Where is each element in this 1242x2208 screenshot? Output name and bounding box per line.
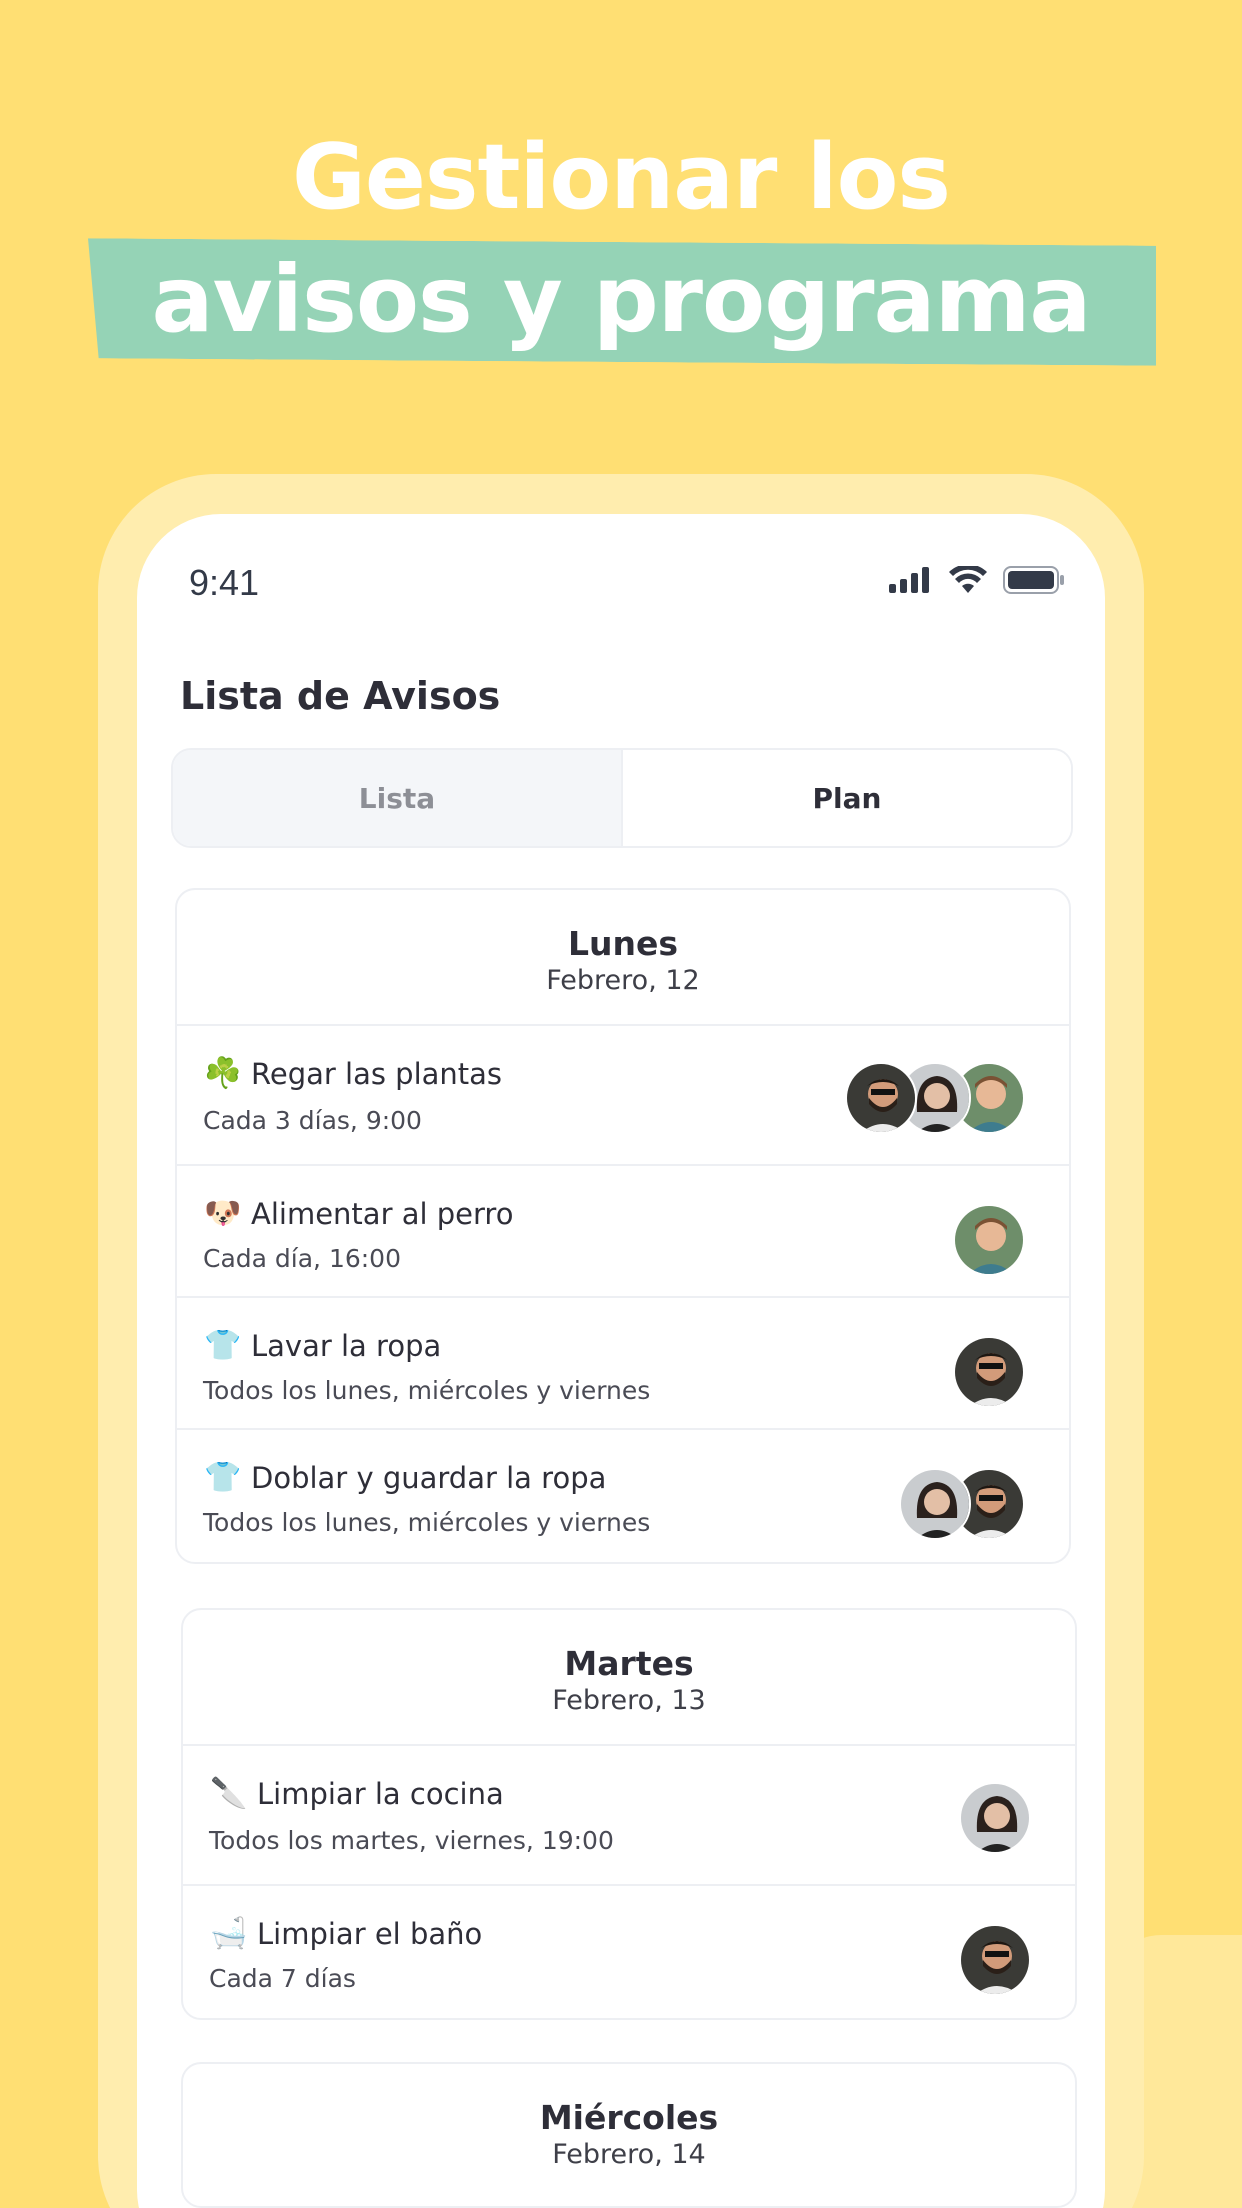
task-row[interactable]: 🔪 Limpiar la cocina Todos los martes, vi… <box>183 1746 1075 1886</box>
task-subtitle: Cada día, 16:00 <box>203 1244 401 1273</box>
task-subtitle: Todos los martes, viernes, 19:00 <box>209 1826 614 1855</box>
day-date: Febrero, 13 <box>552 1685 706 1716</box>
day-date: Febrero, 14 <box>552 2139 706 2170</box>
task-row[interactable]: ☘️ Regar las plantas Cada 3 días, 9:00 <box>177 1026 1069 1166</box>
task-subtitle: Cada 7 días <box>209 1964 356 1993</box>
day-name: Martes <box>564 1644 694 1683</box>
page-title: Lista de Avisos <box>180 674 501 718</box>
day-card-martes: Martes Febrero, 13 🔪 Limpiar la cocina T… <box>181 1608 1077 2020</box>
avatar-woman <box>899 1468 971 1540</box>
task-title: Limpiar el baño <box>257 1916 483 1951</box>
avatar-woman <box>959 1782 1031 1854</box>
assignee-avatars <box>959 1924 1031 1996</box>
avatar-boy <box>953 1204 1025 1276</box>
task-row[interactable]: 🐶 Alimentar al perro Cada día, 16:00 <box>177 1166 1069 1298</box>
assignee-avatars <box>845 1062 1025 1134</box>
day-header: Martes Febrero, 13 <box>183 1610 1075 1746</box>
task-title: Alimentar al perro <box>251 1196 514 1231</box>
segmented-tabs: Lista Plan <box>171 748 1073 848</box>
task-title: Limpiar la cocina <box>257 1776 504 1811</box>
task-title: Lavar la ropa <box>251 1328 442 1363</box>
assignee-avatars <box>959 1782 1031 1854</box>
day-name: Lunes <box>567 924 679 963</box>
battery-icon <box>1003 566 1064 594</box>
day-header: Miércoles Febrero, 14 <box>183 2064 1075 2200</box>
day-date: Febrero, 12 <box>546 965 700 996</box>
status-time: 9:41 <box>189 562 260 603</box>
task-title: Doblar y guardar la ropa <box>251 1460 607 1495</box>
task-title: Regar las plantas <box>251 1056 503 1091</box>
avatar-man-beard <box>845 1062 917 1134</box>
wifi-icon <box>949 566 987 593</box>
day-card-lunes: Lunes Febrero, 12 ☘️ Regar las plantas C… <box>175 888 1071 1564</box>
bathtub-icon: 🛁 <box>210 1916 248 1951</box>
status-icons <box>889 566 1065 594</box>
assignee-avatars <box>953 1336 1025 1408</box>
day-name: Miércoles <box>539 2098 719 2137</box>
dog-icon: 🐶 <box>204 1196 242 1231</box>
assignee-avatars <box>953 1204 1025 1276</box>
tab-plan[interactable]: Plan <box>623 750 1071 846</box>
knife-icon: 🔪 <box>210 1776 248 1811</box>
shirt-icon: 👕 <box>204 1328 242 1363</box>
day-card-miercoles: Miércoles Febrero, 14 <box>181 2062 1077 2208</box>
task-row[interactable]: 👕 Lavar la ropa Todos los lunes, miércol… <box>177 1298 1069 1430</box>
day-header: Lunes Febrero, 12 <box>177 890 1069 1026</box>
headline-line-2-wrap: avisos y programa <box>0 240 1242 365</box>
headline-line-1: Gestionar los <box>292 125 951 230</box>
task-subtitle: Cada 3 días, 9:00 <box>203 1106 422 1135</box>
shirt-icon: 👕 <box>204 1460 242 1495</box>
headline-line-2: avisos y programa <box>151 246 1091 353</box>
task-subtitle: Todos los lunes, miércoles y viernes <box>203 1376 651 1405</box>
signal-icon <box>889 567 929 593</box>
task-row[interactable]: 🛁 Limpiar el baño Cada 7 días <box>183 1886 1075 2018</box>
assignee-avatars <box>899 1468 1025 1540</box>
avatar-man-beard <box>953 1336 1025 1408</box>
phone-screen: 9:41 Lista de Avisos Lista Plan Lunes Fe… <box>137 514 1105 2208</box>
task-subtitle: Todos los lunes, miércoles y viernes <box>203 1508 651 1537</box>
task-row[interactable]: 👕 Doblar y guardar la ropa Todos los lun… <box>177 1430 1069 1562</box>
clover-icon: ☘️ <box>204 1056 242 1091</box>
avatar-man-beard <box>959 1924 1031 1996</box>
tab-lista[interactable]: Lista <box>173 750 623 846</box>
